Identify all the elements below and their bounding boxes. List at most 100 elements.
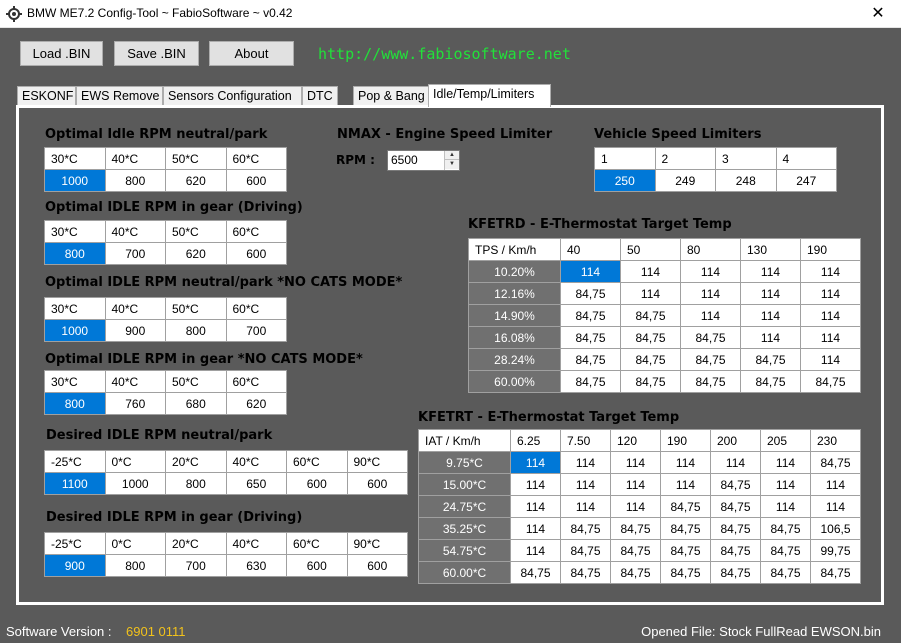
table-cell[interactable]: 84,75 [560, 539, 611, 562]
table-cell[interactable]: 84,75 [560, 517, 611, 540]
table-cell[interactable]: 700 [104, 242, 166, 265]
table-cell[interactable]: 84,75 [760, 539, 811, 562]
table-cell[interactable]: 114 [560, 260, 621, 283]
table-cell[interactable]: 84,75 [800, 370, 861, 393]
table-cell[interactable]: 114 [800, 348, 861, 371]
table-cell[interactable]: 800 [165, 472, 227, 495]
table-cell[interactable]: 114 [760, 451, 811, 474]
tab-dtc[interactable]: DTC [302, 86, 338, 106]
table-cell[interactable]: 114 [660, 473, 711, 496]
table-cell[interactable]: 84,75 [610, 539, 661, 562]
table-cell[interactable]: 620 [165, 169, 227, 192]
table-cell[interactable]: 84,75 [620, 326, 681, 349]
table-cell[interactable]: 84,75 [710, 561, 761, 584]
table-cell[interactable]: 114 [560, 451, 611, 474]
table-cell[interactable]: 114 [610, 451, 661, 474]
table-cell[interactable]: 114 [810, 473, 861, 496]
table-cell[interactable]: 114 [510, 539, 561, 562]
table-cell[interactable]: 900 [104, 319, 166, 342]
table-cell[interactable]: 800 [104, 554, 166, 577]
table-cell[interactable]: 1000 [44, 169, 106, 192]
table-cell[interactable]: 114 [710, 451, 761, 474]
table-cell[interactable]: 620 [165, 242, 227, 265]
tab-ews-remove[interactable]: EWS Remove [76, 86, 163, 106]
table-cell[interactable]: 114 [610, 495, 661, 518]
table-cell[interactable]: 248 [715, 169, 777, 192]
table-cell[interactable]: 630 [225, 554, 287, 577]
table-cell[interactable]: 99,75 [810, 539, 861, 562]
table-cell[interactable]: 84,75 [680, 326, 741, 349]
table-cell[interactable]: 114 [740, 260, 801, 283]
table-cell[interactable]: 84,75 [620, 348, 681, 371]
stepper-up-icon[interactable]: ▲ [445, 151, 459, 160]
website-link[interactable]: http://www.fabiosoftware.net [318, 45, 571, 63]
stepper-down-icon[interactable]: ▼ [445, 160, 459, 169]
table-cell[interactable]: 250 [594, 169, 656, 192]
table-cell[interactable]: 84,75 [560, 282, 621, 305]
table-cell[interactable]: 84,75 [810, 561, 861, 584]
about-button[interactable]: About [209, 41, 294, 66]
tab-idle-temp-limiters[interactable]: Idle/Temp/Limiters [428, 84, 551, 107]
table-cell[interactable]: 114 [510, 451, 561, 474]
table-cell[interactable]: 800 [44, 242, 106, 265]
table-cell[interactable]: 800 [165, 319, 227, 342]
table-cell[interactable]: 114 [680, 260, 741, 283]
table-cell[interactable]: 600 [346, 554, 408, 577]
table-cell[interactable]: 84,75 [560, 561, 611, 584]
table-cell[interactable]: 84,75 [740, 348, 801, 371]
table-cell[interactable]: 1100 [44, 472, 106, 495]
tab-sensors-configuration[interactable]: Sensors Configuration [163, 86, 302, 106]
table-cell[interactable]: 114 [510, 495, 561, 518]
table-cell[interactable]: 84,75 [760, 517, 811, 540]
table-cell[interactable]: 114 [610, 473, 661, 496]
table-cell[interactable]: 84,75 [710, 495, 761, 518]
table-cell[interactable]: 114 [810, 495, 861, 518]
table-cell[interactable]: 84,75 [560, 326, 621, 349]
table-cell[interactable]: 114 [560, 495, 611, 518]
table-cell[interactable]: 600 [286, 554, 348, 577]
table-cell[interactable]: 84,75 [710, 517, 761, 540]
table-cell[interactable]: 114 [510, 473, 561, 496]
table-cell[interactable]: 114 [660, 451, 711, 474]
table-cell[interactable]: 84,75 [710, 473, 761, 496]
table-cell[interactable]: 114 [800, 282, 861, 305]
table-cell[interactable]: 84,75 [610, 561, 661, 584]
table-cell[interactable]: 84,75 [560, 370, 621, 393]
table-cell[interactable]: 114 [620, 282, 681, 305]
table-cell[interactable]: 84,75 [660, 495, 711, 518]
table-cell[interactable]: 1000 [44, 319, 106, 342]
tab-eskonf[interactable]: ESKONF [17, 86, 76, 106]
table-cell[interactable]: 114 [760, 495, 811, 518]
table-cell[interactable]: 84,75 [680, 370, 741, 393]
table-cell[interactable]: 650 [225, 472, 287, 495]
table-cell[interactable]: 84,75 [660, 517, 711, 540]
table-cell[interactable]: 84,75 [620, 370, 681, 393]
table-cell[interactable]: 114 [680, 282, 741, 305]
load-bin-button[interactable]: Load .BIN [20, 41, 103, 66]
table-cell[interactable]: 114 [800, 304, 861, 327]
table-cell[interactable]: 600 [346, 472, 408, 495]
rpm-limit-stepper[interactable]: 6500 ▲ ▼ [387, 150, 460, 171]
table-cell[interactable]: 84,75 [680, 348, 741, 371]
table-cell[interactable]: 114 [740, 304, 801, 327]
table-cell[interactable]: 800 [104, 169, 166, 192]
table-cell[interactable]: 84,75 [740, 370, 801, 393]
table-cell[interactable]: 600 [225, 169, 287, 192]
table-cell[interactable]: 900 [44, 554, 106, 577]
table-cell[interactable]: 84,75 [760, 561, 811, 584]
table-cell[interactable]: 84,75 [610, 517, 661, 540]
table-cell[interactable]: 84,75 [620, 304, 681, 327]
table-cell[interactable]: 1000 [104, 472, 166, 495]
tab-pop-bang[interactable]: Pop & Bang [353, 86, 429, 106]
table-cell[interactable]: 114 [680, 304, 741, 327]
table-cell[interactable]: 114 [800, 260, 861, 283]
table-cell[interactable]: 600 [225, 242, 287, 265]
table-cell[interactable]: 84,75 [560, 348, 621, 371]
table-cell[interactable]: 247 [775, 169, 837, 192]
table-cell[interactable]: 84,75 [510, 561, 561, 584]
table-cell[interactable]: 800 [44, 392, 106, 415]
rpm-limit-value[interactable]: 6500 [391, 153, 418, 167]
table-cell[interactable]: 106,5 [810, 517, 861, 540]
table-cell[interactable]: 680 [165, 392, 227, 415]
table-cell[interactable]: 114 [560, 473, 611, 496]
